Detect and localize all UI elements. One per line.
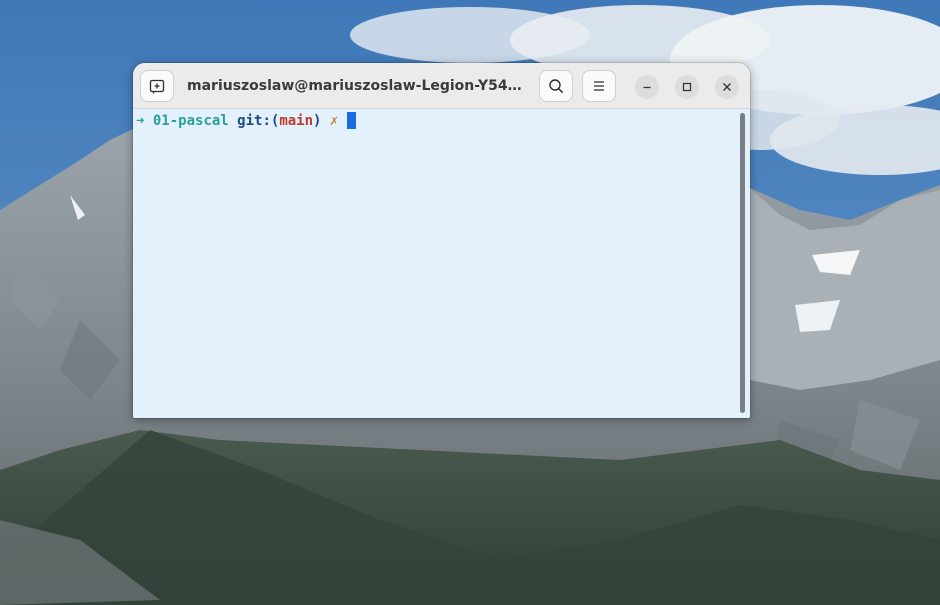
- maximize-icon: [682, 82, 692, 92]
- close-button[interactable]: [715, 75, 739, 99]
- maximize-button[interactable]: [675, 75, 699, 99]
- new-tab-icon: [149, 78, 165, 94]
- minimize-icon: [642, 82, 652, 92]
- search-icon: [548, 78, 564, 94]
- vertical-scrollbar[interactable]: [740, 113, 745, 413]
- close-paren: ): [313, 113, 322, 129]
- dirty-mark-icon: ✗: [329, 113, 339, 129]
- new-tab-button[interactable]: [140, 70, 174, 102]
- close-icon: [722, 82, 732, 92]
- header-bar[interactable]: mariuszoslaw@mariuszoslaw-Legion-Y540-1.…: [133, 63, 750, 109]
- terminal-output-area[interactable]: ➜ 01-pascal git:(main) ✗: [133, 109, 750, 418]
- terminal-window[interactable]: mariuszoslaw@mariuszoslaw-Legion-Y540-1.…: [133, 63, 750, 418]
- minimize-button[interactable]: [635, 75, 659, 99]
- menu-button[interactable]: [582, 70, 616, 102]
- prompt-line: ➜ 01-pascal git:(main) ✗: [136, 112, 356, 130]
- git-branch: main: [279, 113, 314, 129]
- current-directory: 01-pascal: [152, 113, 229, 129]
- text-cursor: [346, 112, 356, 129]
- search-button[interactable]: [539, 70, 573, 102]
- git-label: git:: [237, 113, 271, 129]
- prompt-arrow-icon: ➜: [136, 113, 145, 129]
- window-title: mariuszoslaw@mariuszoslaw-Legion-Y540-1.…: [187, 78, 527, 94]
- hamburger-menu-icon: [592, 80, 606, 92]
